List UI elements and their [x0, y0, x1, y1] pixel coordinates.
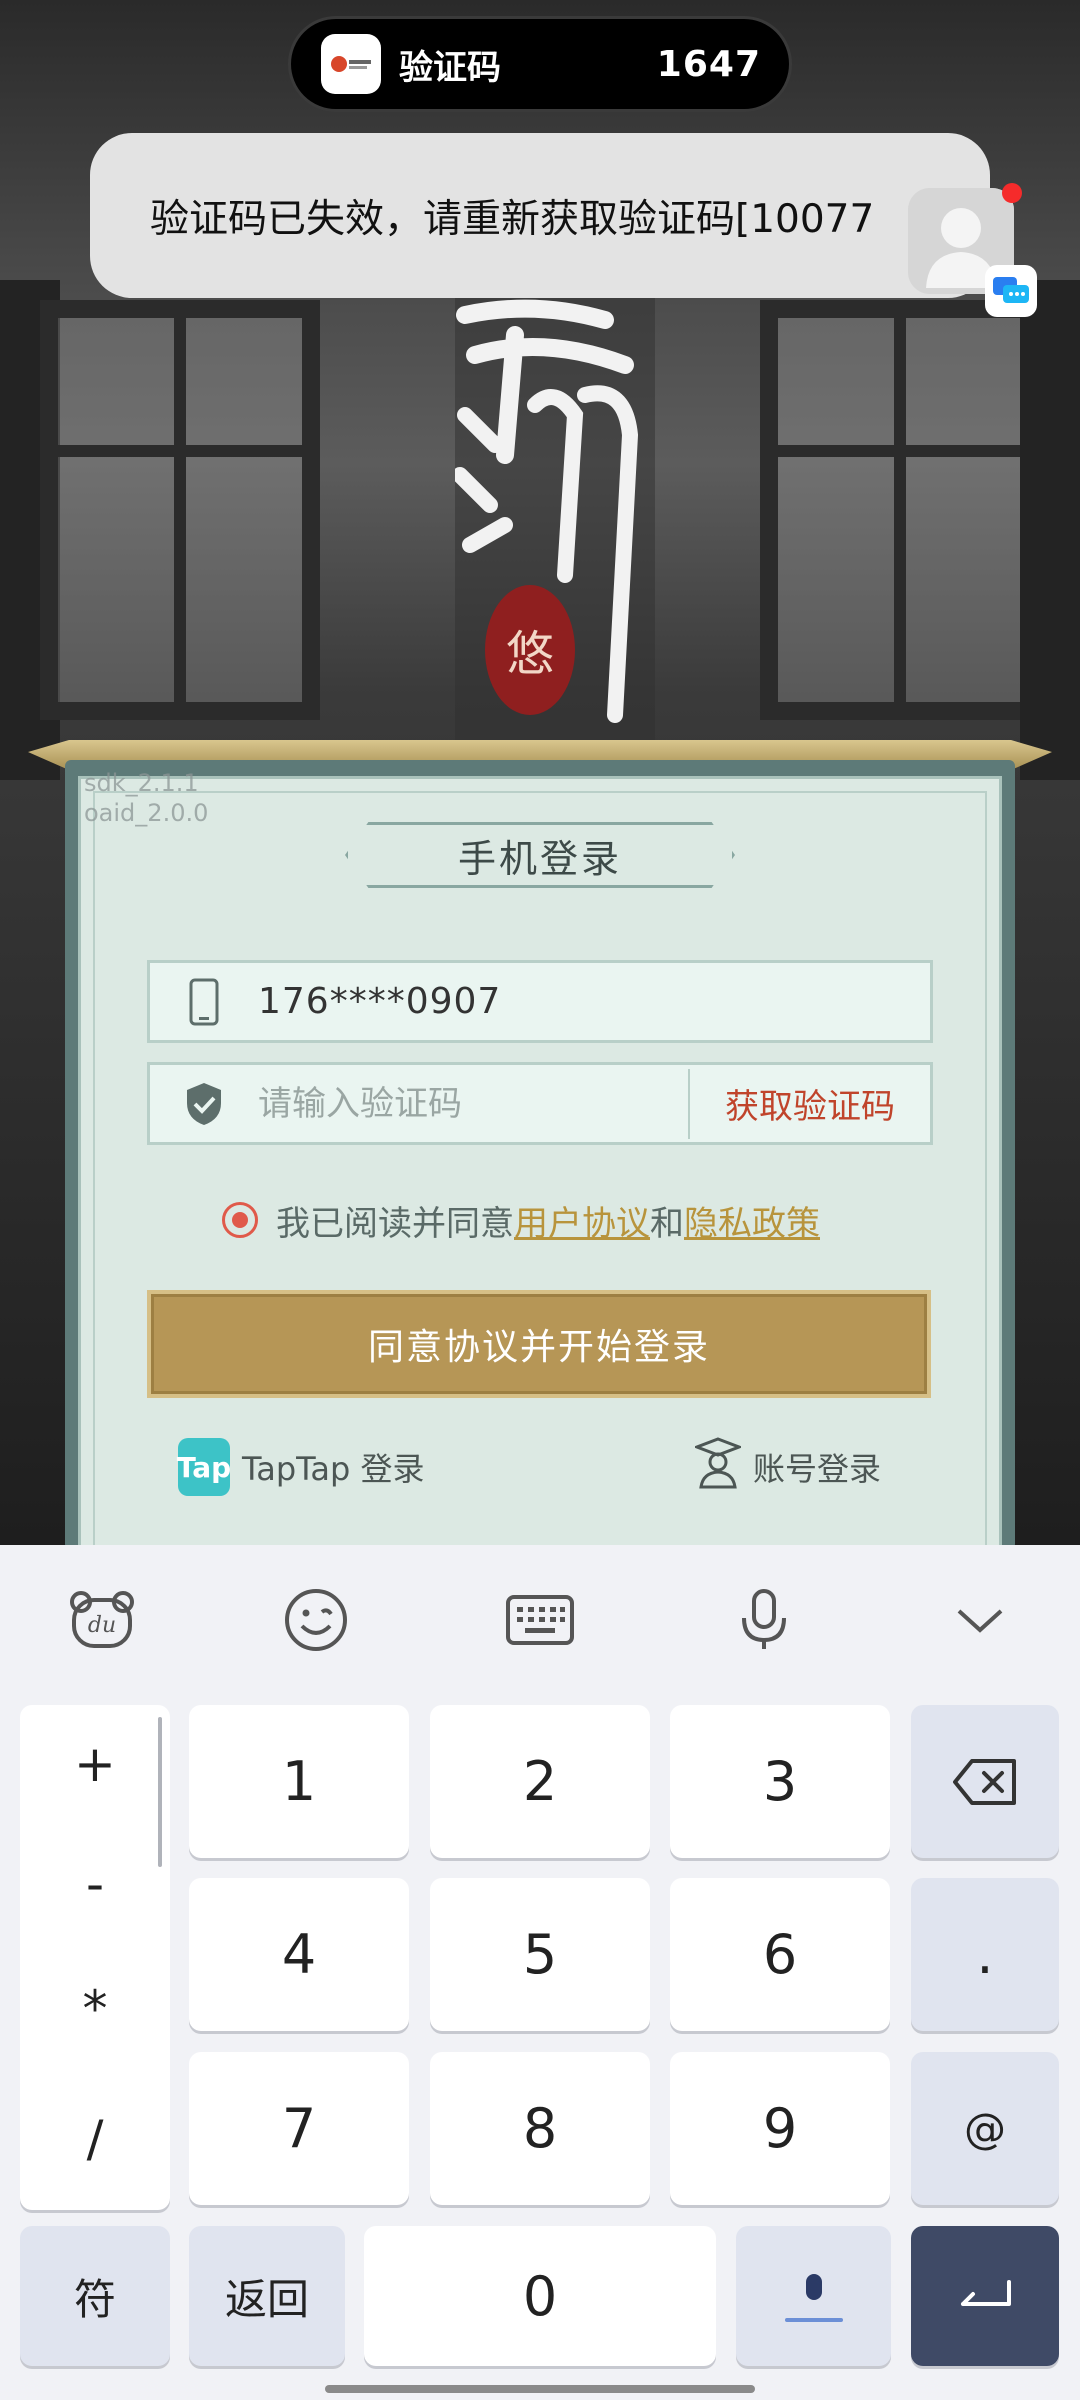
sdk-version: sdk_2.1.1 oaid_2.0.0: [84, 769, 209, 827]
voice-input-icon: [784, 2274, 843, 2322]
collapse-keyboard-icon[interactable]: [940, 1585, 1020, 1655]
symbol-column[interactable]: + - * /: [20, 1705, 170, 2210]
key-9[interactable]: 9: [670, 2052, 890, 2205]
backspace-icon: [953, 1758, 1016, 1805]
app-logo-icon: [321, 34, 381, 94]
key-8[interactable]: 8: [430, 2052, 650, 2205]
user-account-icon: [692, 1437, 744, 1497]
key-slash[interactable]: /: [20, 2110, 170, 2168]
account-login-button[interactable]: 账号登录: [692, 1432, 882, 1502]
page-title: 手机登录: [457, 836, 622, 881]
taptap-icon: Tap: [177, 1438, 231, 1496]
taptap-login-label: TapTap 登录: [242, 1450, 425, 1488]
key-plus[interactable]: +: [20, 1735, 170, 1793]
key-3[interactable]: 3: [670, 1705, 890, 1858]
voice-input-key[interactable]: [736, 2226, 891, 2366]
privacy-policy-link[interactable]: 隐私政策: [684, 1196, 820, 1245]
verification-code-notification[interactable]: 验证码 1647: [288, 16, 792, 112]
mic-icon[interactable]: [724, 1585, 804, 1655]
verification-code-field[interactable]: 获取验证码: [147, 1062, 933, 1145]
agreement-row: 我已阅读并同意 用户协议 和 隐私政策: [222, 1192, 820, 1248]
get-code-button[interactable]: 获取验证码: [690, 1079, 930, 1128]
key-0[interactable]: 0: [364, 2226, 716, 2366]
notification-app-name: 验证码: [399, 47, 501, 88]
sms-message: 验证码已失效，请重新获取验证码[10077: [150, 196, 875, 242]
phone-icon: [150, 978, 258, 1026]
agree-radio[interactable]: [222, 1202, 258, 1238]
game-logo-calligraphy: 悠: [455, 295, 655, 755]
symbols-key[interactable]: 符: [20, 2226, 170, 2366]
window-right: [760, 300, 1040, 720]
baidu-du-icon[interactable]: du: [62, 1585, 142, 1655]
back-key[interactable]: 返回: [189, 2226, 345, 2366]
window-left: [40, 300, 320, 720]
key-1[interactable]: 1: [189, 1705, 409, 1858]
panel-title-box: 手机登录: [345, 822, 735, 888]
svg-text:du: du: [88, 1613, 116, 1638]
agree-and: 和: [650, 1203, 684, 1244]
account-login-label: 账号登录: [753, 1450, 882, 1488]
agree-and-login-button[interactable]: 同意协议并开始登录: [147, 1290, 931, 1398]
key-6[interactable]: 6: [670, 1878, 890, 2031]
key-4[interactable]: 4: [189, 1878, 409, 2031]
keyboard-toolbar: du: [0, 1545, 1080, 1685]
svg-text:悠: 悠: [506, 626, 554, 682]
pillar: [1020, 280, 1080, 780]
phone-number: 176****0907: [258, 981, 502, 1022]
user-agreement-link[interactable]: 用户协议: [514, 1196, 650, 1245]
agree-prefix: 我已阅读并同意: [276, 1203, 514, 1244]
sms-toast[interactable]: 验证码已失效，请重新获取验证码[10077: [90, 133, 990, 298]
verification-code-input[interactable]: [258, 1083, 688, 1124]
key-minus[interactable]: -: [20, 1855, 170, 1913]
login-button-label: 同意协议并开始登录: [367, 1327, 710, 1368]
verification-code: 1647: [656, 43, 761, 85]
emoji-icon[interactable]: [276, 1585, 356, 1655]
taptap-login-button[interactable]: Tap TapTap 登录: [177, 1432, 425, 1502]
enter-icon: [961, 2280, 1011, 2306]
key-7[interactable]: 7: [189, 2052, 409, 2205]
shield-icon: [150, 1081, 258, 1127]
phone-field[interactable]: 176****0907: [147, 960, 933, 1043]
key-asterisk[interactable]: *: [20, 1980, 170, 2038]
enter-key[interactable]: [911, 2226, 1059, 2366]
backspace-key[interactable]: [911, 1705, 1059, 1858]
messages-app-icon: [985, 265, 1037, 317]
home-indicator[interactable]: [325, 2385, 755, 2393]
key-dot[interactable]: .: [911, 1878, 1059, 2031]
unread-dot: [1002, 183, 1022, 203]
keyboard-icon[interactable]: [500, 1585, 580, 1655]
key-2[interactable]: 2: [430, 1705, 650, 1858]
key-5[interactable]: 5: [430, 1878, 650, 2031]
key-at[interactable]: @: [911, 2052, 1059, 2205]
